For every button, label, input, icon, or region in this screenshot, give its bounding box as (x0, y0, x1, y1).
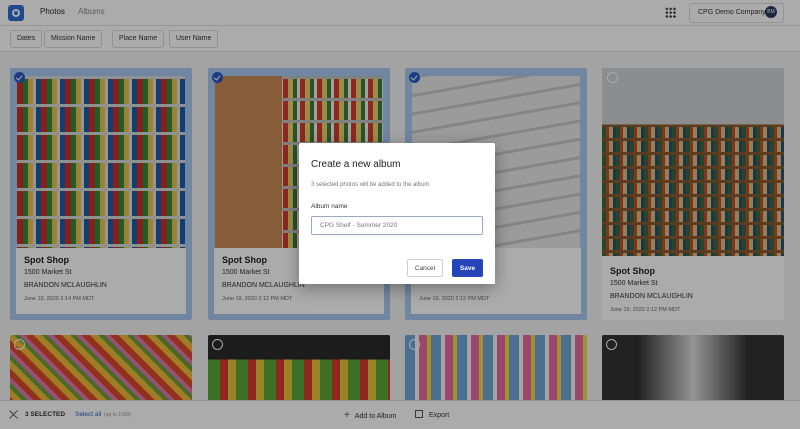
save-button[interactable]: Save (452, 259, 483, 277)
cancel-button[interactable]: Cancel (407, 259, 443, 277)
create-album-dialog: Create a new album 3 selected photos wil… (299, 143, 495, 284)
dialog-title: Create a new album (311, 159, 401, 170)
album-name-field[interactable] (311, 216, 483, 235)
dialog-footer: Cancel Save (299, 249, 495, 284)
dialog-subtitle: 3 selected photos will be added to the a… (311, 182, 430, 188)
album-name-label: Album name (311, 203, 348, 210)
